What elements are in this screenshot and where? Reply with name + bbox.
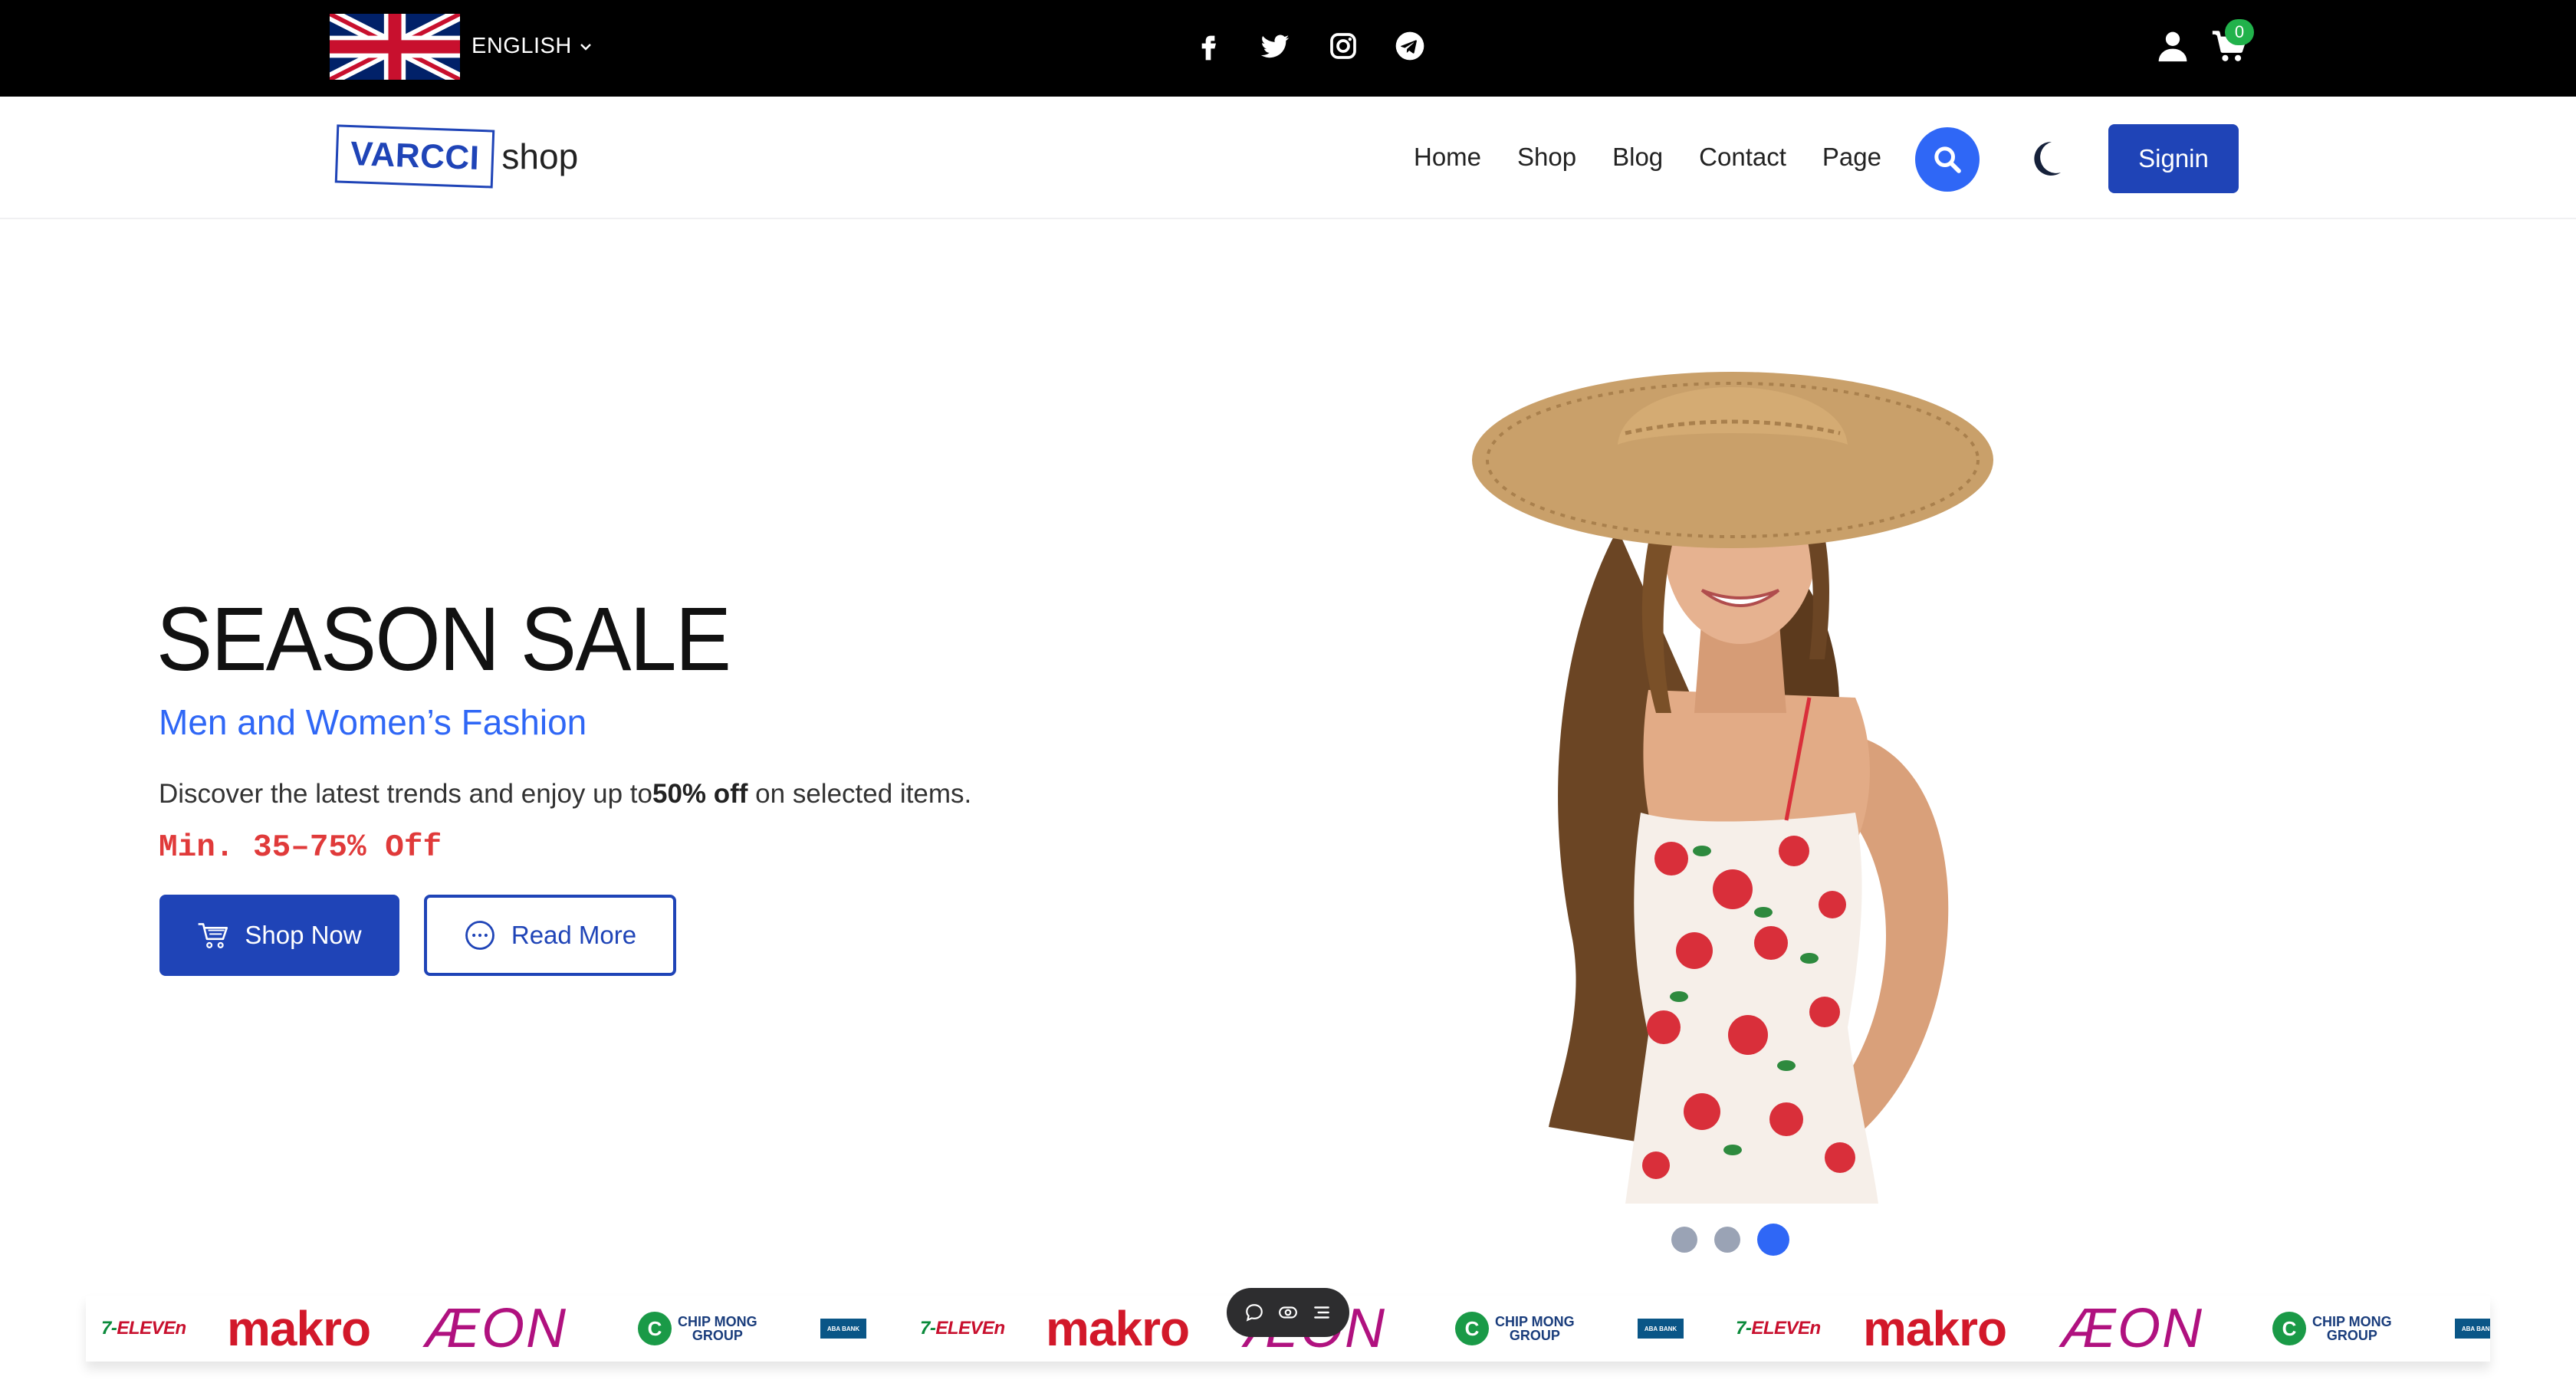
language-selector[interactable]: ENGLISH <box>472 34 593 59</box>
brand-chip-mong-line2: GROUP <box>692 1328 743 1343</box>
telegram-icon[interactable] <box>1393 29 1427 63</box>
brand-aba: ABA BANK <box>2455 1296 2490 1362</box>
brand-aeon: ÆON <box>425 1298 567 1359</box>
nav-link-shop[interactable]: Shop <box>1517 143 1576 172</box>
brand-aba-badge: ABA BANK <box>1638 1319 1684 1339</box>
brand-makro: makro <box>227 1301 371 1356</box>
nav-link-home[interactable]: Home <box>1414 143 1481 172</box>
brand-chip-mong-line1: CHIP MONG <box>2312 1314 2392 1329</box>
carousel-indicators <box>1671 1224 1789 1256</box>
brand-aba-badge: ABA BANK <box>2455 1319 2490 1339</box>
more-dots-icon <box>465 921 495 950</box>
floating-toolbar <box>1227 1288 1349 1337</box>
brand-aba: ABA BANK <box>1638 1296 1684 1362</box>
brand-chip-mong-line2: GROUP <box>2326 1328 2377 1343</box>
hero-model-image <box>1472 372 1993 1204</box>
brand-chip-mong: C CHIP MONG GROUP <box>638 1296 757 1362</box>
brand-7eleven: 7- ELEVEn <box>101 1296 186 1362</box>
brand-chip-mong-line1: CHIP MONG <box>1495 1314 1575 1329</box>
brand-7eleven-text: ELEVEn <box>117 1318 186 1339</box>
carousel-dot-1[interactable] <box>1671 1227 1697 1253</box>
brand-makro: makro <box>1863 1301 2007 1356</box>
shop-now-label: Shop Now <box>245 921 362 949</box>
hero-description: Discover the latest trends and enjoy up … <box>159 779 971 810</box>
brand-7eleven-num: 7- <box>1736 1318 1752 1339</box>
top-bar: ENGLISH 0 <box>0 0 2576 97</box>
read-more-label: Read More <box>511 921 637 949</box>
main-navbar: VARCCI shop Home Shop Blog Contact Page … <box>0 97 2576 219</box>
chip-mong-logo-icon: C <box>638 1312 672 1345</box>
brand-makro: makro <box>1046 1301 1190 1356</box>
brand-chip-mong: C CHIP MONG GROUP <box>1455 1296 1575 1362</box>
nav-link-blog[interactable]: Blog <box>1612 143 1663 172</box>
chip-mong-logo-icon: C <box>1455 1312 1489 1345</box>
brand-aba-badge: ABA BANK <box>820 1319 866 1339</box>
signin-button[interactable]: Signin <box>2108 124 2239 193</box>
dark-mode-toggle-moon-icon[interactable] <box>2027 139 2064 179</box>
hero-title: SEASON SALE <box>156 589 731 690</box>
instagram-icon[interactable] <box>1326 29 1360 63</box>
menu-list-icon[interactable] <box>1309 1299 1335 1326</box>
shop-now-button[interactable]: Shop Now <box>159 895 399 976</box>
brand-7eleven-text: ELEVEn <box>1751 1318 1821 1339</box>
cart-icon <box>198 923 228 948</box>
twitter-icon[interactable] <box>1258 29 1292 63</box>
brand-7eleven-text: ELEVEn <box>935 1318 1005 1339</box>
facebook-icon[interactable] <box>1191 29 1225 63</box>
hero-description-highlight: 50% off <box>652 779 748 809</box>
brand-7eleven: 7- ELEVEn <box>920 1296 1005 1362</box>
brand-chip-mong-line1: CHIP MONG <box>678 1314 757 1329</box>
nav-link-page[interactable]: Page <box>1822 143 1881 172</box>
brand-chip-mong-line2: GROUP <box>1509 1328 1560 1343</box>
brand-aba: ABA BANK <box>820 1296 866 1362</box>
hero-description-text: Discover the latest trends and enjoy up … <box>159 779 652 809</box>
brand-7eleven-num: 7- <box>920 1318 936 1339</box>
comment-icon[interactable] <box>1241 1299 1267 1326</box>
language-label: ENGLISH <box>472 34 572 58</box>
brand-aeon: ÆON <box>2061 1298 2203 1359</box>
hero-description-tail: on selected items. <box>748 779 972 809</box>
brand-7eleven: 7- ELEVEn <box>1736 1296 1821 1362</box>
search-button[interactable] <box>1915 127 1980 192</box>
chevron-down-icon <box>580 43 591 51</box>
uk-flag-icon[interactable] <box>330 14 460 80</box>
nav-link-contact[interactable]: Contact <box>1699 143 1786 172</box>
site-logo[interactable]: VARCCI shop <box>334 124 579 189</box>
brand-7eleven-num: 7- <box>101 1318 117 1339</box>
carousel-dot-2[interactable] <box>1714 1227 1740 1253</box>
logo-boxed-text: VARCCI <box>334 124 495 189</box>
carousel-dot-3-active[interactable] <box>1757 1224 1789 1256</box>
read-more-button[interactable]: Read More <box>424 895 676 976</box>
search-icon <box>1934 146 1961 173</box>
cart-count-badge: 0 <box>2225 19 2254 45</box>
hero-discount: Min. 35–75% Off <box>159 830 442 866</box>
nav-links: Home Shop Blog Contact Page <box>1414 143 1881 172</box>
chip-mong-logo-icon: C <box>2272 1312 2306 1345</box>
eye-icon[interactable] <box>1275 1299 1301 1326</box>
brand-chip-mong: C CHIP MONG GROUP <box>2272 1296 2392 1362</box>
logo-shop-text: shop <box>501 136 579 176</box>
hero-subtitle: Men and Women’s Fashion <box>159 702 587 742</box>
user-icon[interactable] <box>2156 29 2190 63</box>
